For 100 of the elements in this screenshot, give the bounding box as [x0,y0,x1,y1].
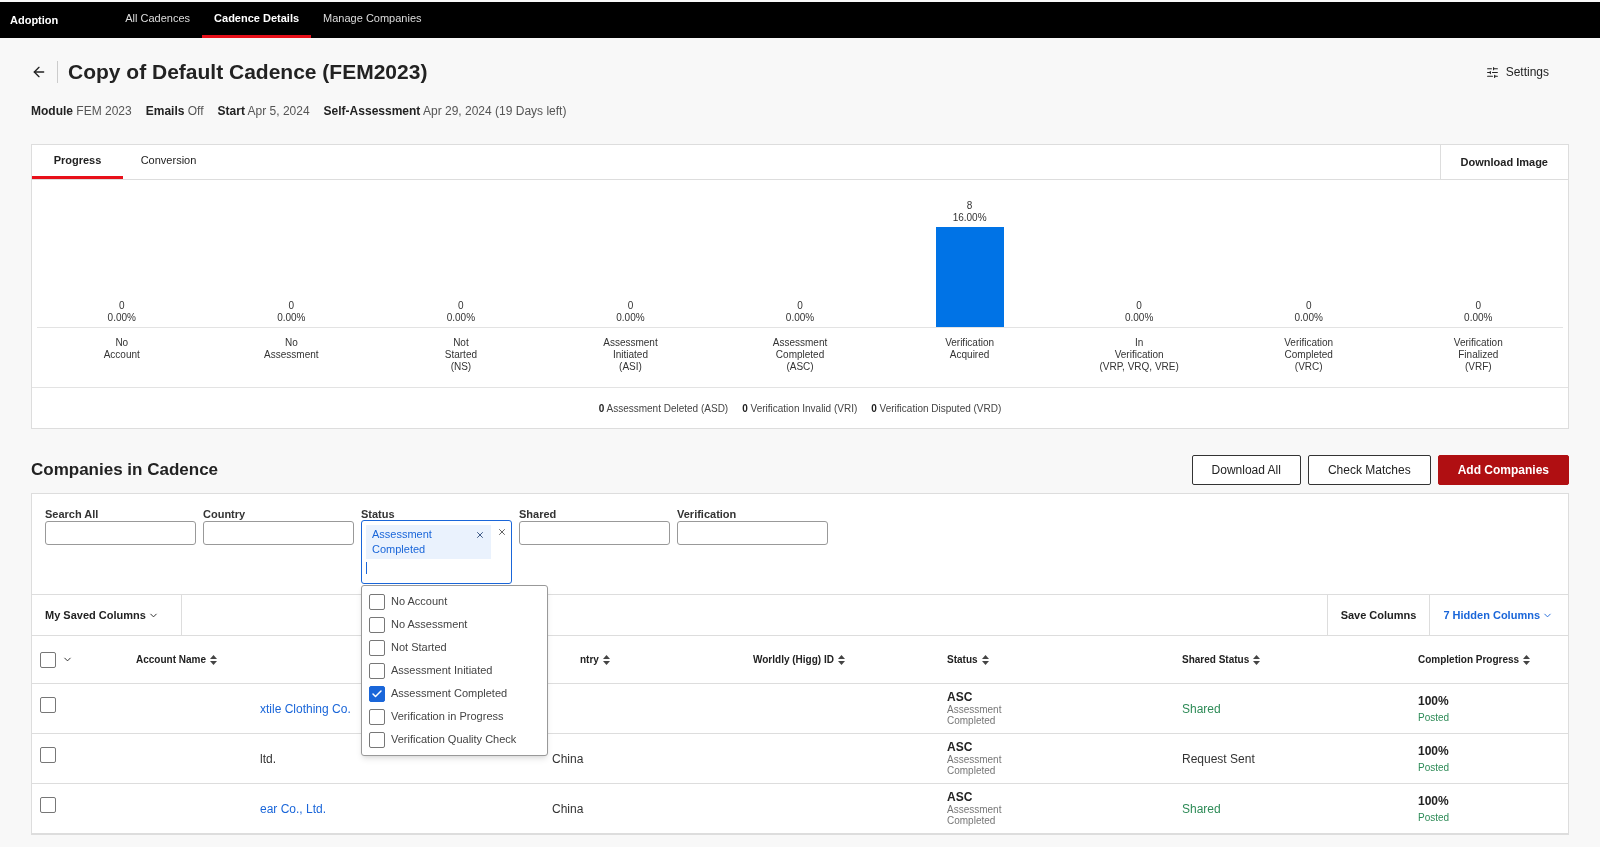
legend-item: 0 Verification Disputed (VRD) [871,401,1002,416]
progress-value: 100% [1418,793,1450,810]
saved-columns-dropdown[interactable]: My Saved Columns [32,595,182,635]
filter-input[interactable] [45,521,196,545]
category-label: Verification Completed (VRC) [1284,337,1334,373]
meta-item: Self-Assessment Apr 29, 2024 (19 Days left) [323,103,567,120]
action-button[interactable]: Add Companies [1437,455,1569,485]
filter-label: Status [361,508,396,520]
option-checkbox[interactable] [369,593,385,610]
status-option[interactable]: Verification in Progress [369,705,540,728]
bar-value-label: 0 0.00% [1294,300,1323,324]
category-label: In Verification (VRP, VRQ, VRE) [1099,337,1179,373]
bar-value-label: 8 16.00% [952,200,987,224]
option-checkbox[interactable] [369,639,385,656]
category-label: No Account [103,337,140,361]
sort-icon [210,655,217,666]
filter-input[interactable] [677,521,828,545]
sort-icon [981,655,989,666]
country-cell: China [552,801,584,816]
progress-label: Posted [1418,811,1450,825]
text-cursor [366,562,367,574]
chart-tab[interactable]: Conversion [123,145,214,179]
filter-label: Country [203,508,247,520]
bar-value-label: 0 0.00% [277,300,306,324]
category-label: Verification Acquired [945,337,995,361]
select-all-checkbox[interactable] [40,651,56,668]
option-checkbox[interactable] [369,685,385,702]
status-label: Assessment Completed [947,804,1003,826]
nav-tab[interactable]: Cadence Details [202,2,312,38]
meta-item: Emails Off [145,103,204,120]
progress-value: 100% [1418,693,1450,710]
sort-icon [1523,655,1531,666]
checkmark-icon [371,687,383,700]
bar-value-label: 0 0.00% [616,300,645,324]
option-checkbox[interactable] [369,708,385,725]
column-header[interactable]: ntry [552,652,753,667]
settings-icon [1485,65,1499,79]
sort-icon [602,655,610,666]
progress-label: Posted [1418,711,1450,725]
nav-tab[interactable]: All Cadences [113,2,203,38]
progress-label: Posted [1418,761,1450,775]
shared-status: Shared [1182,801,1221,816]
filter-label: Verification [677,508,738,520]
option-checkbox[interactable] [369,662,385,679]
account-name: ltd. [260,751,276,766]
option-checkbox[interactable] [369,616,385,633]
status-option[interactable]: Verification Quality Check [369,728,540,751]
shared-status: Shared [1182,701,1221,716]
sort-icon [1253,655,1261,666]
page-title: Copy of Default Cadence (FEM2023) [68,59,428,86]
status-label: Assessment Completed [947,704,1003,726]
row-checkbox[interactable] [40,797,56,813]
category-label: Not Started (NS) [444,337,478,373]
column-header[interactable]: Worldly (Higg) ID [753,652,947,667]
section-title: Companies in Cadence [31,459,219,482]
bar-value-label: 0 0.00% [785,300,815,324]
column-header[interactable]: Completion Progress [1418,652,1531,667]
category-label: Verification Finalized (VRF) [1453,337,1503,373]
chart-tab[interactable]: Progress [32,145,123,179]
bar-value-label: 0 0.00% [446,300,476,324]
country-cell: China [552,751,584,766]
filter-tag[interactable]: Assessment Completed [366,525,491,559]
column-header[interactable]: Shared Status [1182,652,1418,667]
account-link[interactable]: ear Co., Ltd. [260,801,327,816]
action-button[interactable]: Check Matches [1307,455,1431,485]
bar-value-label: 0 0.00% [1464,300,1493,324]
legend-item: 0 Verification Invalid (VRI) [742,401,858,416]
action-button[interactable]: Download All [1191,455,1301,485]
progress-value: 100% [1418,743,1450,760]
status-option[interactable]: No Assessment [369,613,540,636]
status-option[interactable]: Assessment Completed [369,682,540,705]
legend-item: 0 Assessment Deleted (ASD) [598,401,729,416]
filter-input[interactable] [203,521,354,545]
meta-item: Start Apr 5, 2024 [217,103,310,120]
status-code: ASC [947,691,974,704]
bar-value-label: 0 0.00% [1124,300,1154,324]
category-label: Assessment Initiated (ASI) [603,337,658,373]
account-link[interactable]: xtile Clothing Co. [260,701,351,716]
status-option[interactable]: No Account [369,590,540,613]
filter-input[interactable] [519,521,670,545]
status-code: ASC [947,741,974,754]
hidden-columns-dropdown[interactable]: 7 Hidden Columns [1430,595,1568,635]
download-image-button[interactable]: Download Image [1439,145,1568,179]
meta-item: Module FEM 2023 [31,103,132,120]
filter-label: Shared [519,508,558,520]
category-label: Assessment Completed (ASC) [772,337,828,373]
save-columns-button[interactable]: Save Columns [1326,595,1431,635]
settings-button[interactable]: Settings [1485,63,1549,81]
clear-icon[interactable] [497,527,507,537]
option-checkbox[interactable] [369,731,385,748]
remove-tag-icon[interactable] [475,530,485,540]
brand-label: Adoption [10,12,59,28]
nav-tab[interactable]: Manage Companies [311,2,434,38]
shared-status: Request Sent [1182,751,1255,766]
filter-label: Search All [45,508,100,520]
status-label: Assessment Completed [947,754,1003,776]
row-checkbox[interactable] [40,697,56,713]
category-label: No Assessment [264,337,319,361]
column-header[interactable]: Status [947,652,1182,667]
row-checkbox[interactable] [40,747,56,763]
